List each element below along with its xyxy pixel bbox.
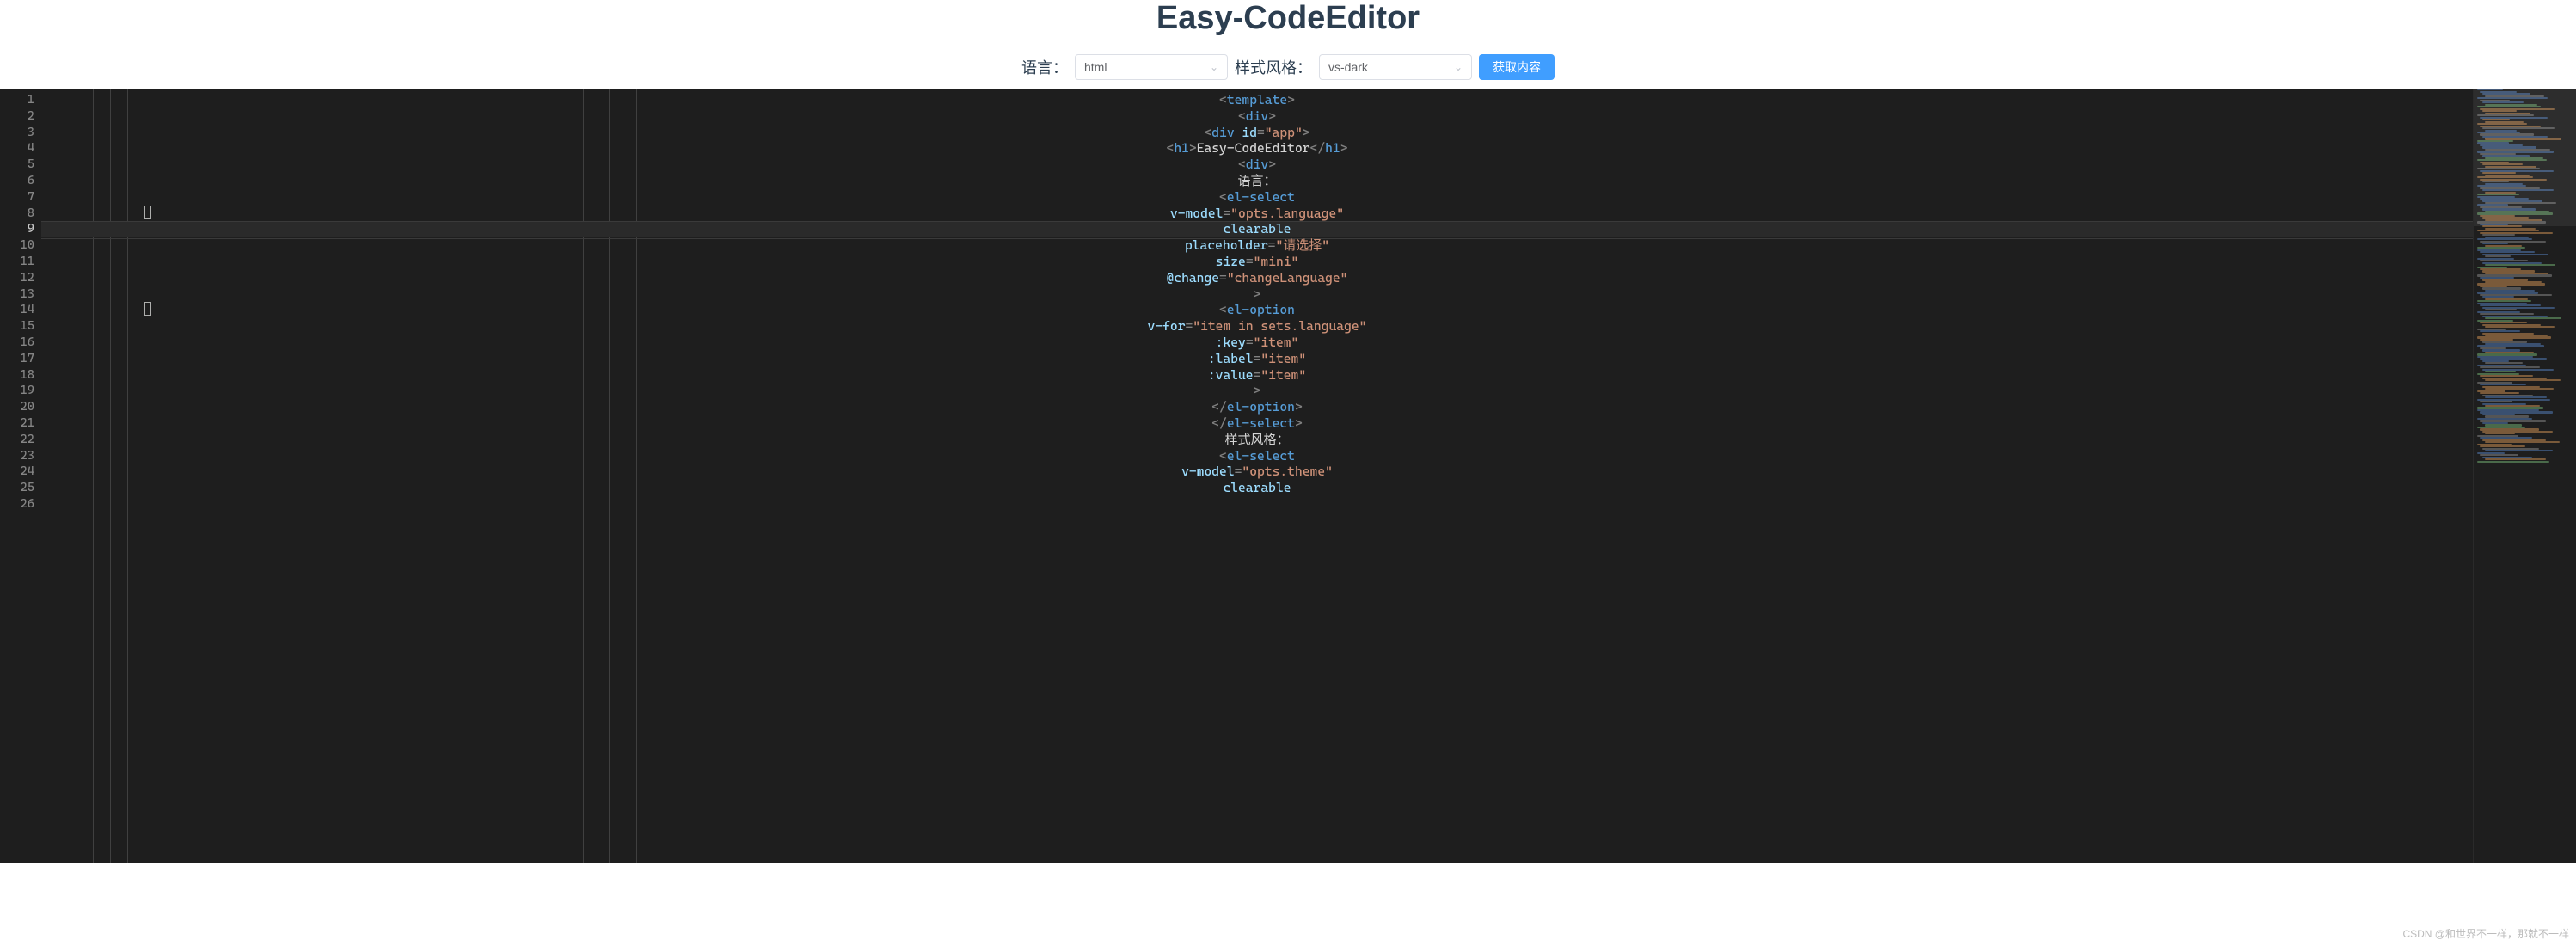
line-number: 20 [0, 399, 34, 415]
line-number: 14 [0, 302, 34, 318]
code-line[interactable]: <h1>Easy-CodeEditor</h1> [41, 140, 2473, 157]
chevron-down-icon: ⌄ [1454, 61, 1463, 73]
code-line[interactable]: <div id="app"> [41, 125, 2473, 141]
line-number: 3 [0, 125, 34, 141]
line-number: 8 [0, 206, 34, 222]
minimap-line [2477, 461, 2549, 463]
code-line[interactable]: </el-option> [41, 399, 2473, 415]
line-number: 17 [0, 351, 34, 367]
line-number: 5 [0, 157, 34, 173]
line-number: 13 [0, 286, 34, 303]
line-number: 22 [0, 432, 34, 448]
minimap-line [2480, 251, 2535, 253]
watermark: CSDN @和世界不一样，那就不一样 [2402, 926, 2569, 941]
line-number: 9 [0, 221, 34, 237]
code-line[interactable]: <template> [41, 92, 2473, 108]
chevron-down-icon: ⌄ [1210, 61, 1218, 73]
code-line[interactable]: </el-select> [41, 415, 2473, 432]
code-line[interactable]: :key="item" [41, 335, 2473, 351]
code-line[interactable]: :label="item" [41, 351, 2473, 367]
code-line[interactable]: <el-select [41, 448, 2473, 464]
line-number: 24 [0, 464, 34, 480]
line-number: 6 [0, 173, 34, 189]
minimap-line [2480, 392, 2519, 394]
theme-select-value: vs-dark [1328, 60, 1368, 74]
code-line[interactable]: clearable [41, 480, 2473, 496]
code-line[interactable]: > [41, 286, 2473, 303]
minimap-line [2485, 326, 2555, 328]
code-line[interactable]: 样式风格： [41, 432, 2473, 448]
line-number: 25 [0, 480, 34, 496]
theme-label: 样式风格： [1235, 56, 1312, 78]
code-line[interactable]: placeholder="请选择" [41, 237, 2473, 254]
app-container: Easy-CodeEditor 语言： html ⌄ 样式风格： vs-dark… [0, 0, 2576, 863]
language-label: 语言： [1021, 56, 1068, 78]
theme-select[interactable]: vs-dark ⌄ [1319, 54, 1472, 80]
code-line[interactable]: > [41, 383, 2473, 399]
minimap-line [2480, 322, 2527, 323]
minimap-line [2485, 264, 2555, 266]
line-number: 23 [0, 448, 34, 464]
code-line[interactable]: clearable [41, 221, 2473, 237]
minimap-line [2485, 396, 2547, 398]
code-line[interactable]: v-model="opts.language" [41, 206, 2473, 222]
line-number: 1 [0, 92, 34, 108]
code-line[interactable]: size="mini" [41, 254, 2473, 270]
line-number: 7 [0, 189, 34, 206]
minimap-line [2485, 388, 2554, 390]
line-number: 18 [0, 367, 34, 384]
code-line[interactable]: :value="item" [41, 367, 2473, 384]
code-line[interactable]: v-model="opts.theme" [41, 464, 2473, 480]
line-number: 21 [0, 415, 34, 432]
line-number: 12 [0, 270, 34, 286]
line-number: 11 [0, 254, 34, 270]
minimap[interactable] [2473, 89, 2576, 863]
code-line[interactable]: 语言： [41, 173, 2473, 189]
minimap-line [2480, 401, 2512, 402]
line-number: 19 [0, 383, 34, 399]
line-gutter: 1234567891011121314151617181920212223242… [0, 89, 41, 863]
code-line[interactable]: @change="changeLanguage" [41, 270, 2473, 286]
minimap-viewport[interactable] [2474, 89, 2576, 226]
code-area[interactable]: <template><div><div id="app"><h1>Easy-Co… [41, 89, 2473, 863]
minimap-line [2485, 317, 2561, 319]
line-number: 10 [0, 237, 34, 254]
line-number: 4 [0, 140, 34, 157]
minimap-line [2480, 454, 2518, 456]
line-number: 2 [0, 108, 34, 125]
minimap-line [2485, 458, 2546, 460]
line-number: 15 [0, 318, 34, 335]
line-number: 26 [0, 496, 34, 513]
minimap-line [2480, 330, 2520, 332]
controls-row: 语言： html ⌄ 样式风格： vs-dark ⌄ 获取内容 [0, 49, 2576, 89]
minimap-line [2480, 260, 2528, 261]
language-select[interactable]: html ⌄ [1075, 54, 1228, 80]
code-line[interactable]: v-for="item in sets.language" [41, 318, 2473, 335]
code-line[interactable]: <div> [41, 157, 2473, 173]
code-line[interactable]: <el-select [41, 189, 2473, 206]
page-title: Easy-CodeEditor [0, 0, 2576, 49]
code-line[interactable]: <div> [41, 108, 2473, 125]
code-editor[interactable]: 1234567891011121314151617181920212223242… [0, 89, 2576, 863]
line-number: 16 [0, 335, 34, 351]
get-content-button[interactable]: 获取内容 [1479, 54, 1555, 80]
minimap-line [2485, 255, 2511, 257]
language-select-value: html [1084, 60, 1107, 74]
code-line[interactable]: <el-option [41, 302, 2473, 318]
